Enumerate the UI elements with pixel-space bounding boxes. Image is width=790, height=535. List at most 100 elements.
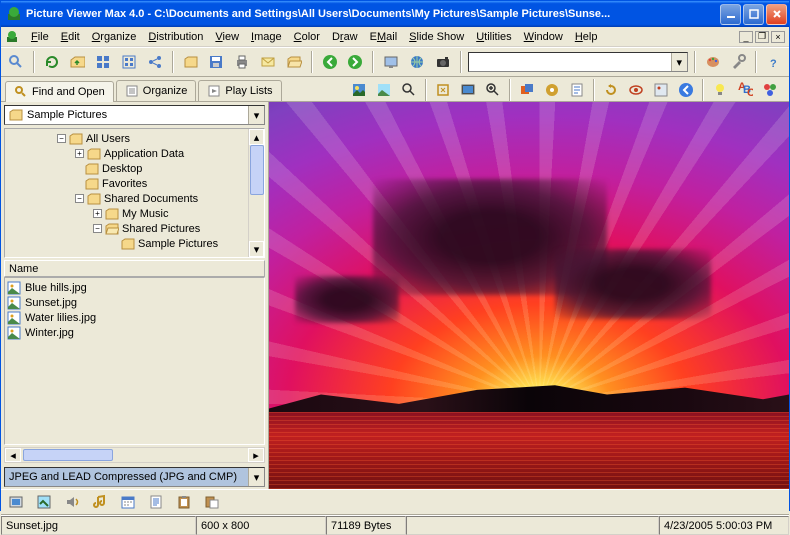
tab-find-and-open[interactable]: Find and Open <box>5 81 114 102</box>
menu-edit[interactable]: Edit <box>55 30 86 44</box>
globe-icon[interactable] <box>406 51 428 73</box>
thumbnails-icon[interactable] <box>118 51 140 73</box>
collapse-icon[interactable]: − <box>75 194 84 203</box>
grid-icon[interactable] <box>92 51 114 73</box>
fit-icon[interactable] <box>432 79 454 101</box>
menu-draw[interactable]: Draw <box>326 30 364 44</box>
scroll-left-icon[interactable]: ◂ <box>5 448 21 462</box>
tree-node-label: Application Data <box>104 148 184 160</box>
tools-icon[interactable] <box>728 51 750 73</box>
eye-icon[interactable] <box>625 79 647 101</box>
tab-organize[interactable]: Organize <box>116 80 197 101</box>
share-icon[interactable] <box>144 51 166 73</box>
bulb-icon[interactable] <box>709 79 731 101</box>
menu-utilities[interactable]: Utilities <box>470 30 517 44</box>
image-tool2-icon[interactable] <box>373 79 395 101</box>
dropdown-arrow-icon[interactable]: ▾ <box>248 468 264 486</box>
menu-view[interactable]: View <box>209 30 245 44</box>
folder-combo[interactable]: Sample Pictures ▾ <box>4 105 265 125</box>
menu-color[interactable]: Color <box>288 30 326 44</box>
address-combo[interactable]: ▾ <box>468 52 688 72</box>
menu-slideshow[interactable]: Slide Show <box>403 30 470 44</box>
column-header-name[interactable]: Name <box>4 260 265 277</box>
maximize-button[interactable] <box>743 4 764 25</box>
mdi-minimize-button[interactable]: _ <box>739 31 753 43</box>
minimize-button[interactable] <box>720 4 741 25</box>
folder-icon <box>105 208 119 220</box>
layers-icon[interactable] <box>516 79 538 101</box>
print-icon[interactable] <box>231 51 253 73</box>
palette-icon[interactable] <box>702 51 724 73</box>
mail-icon[interactable] <box>257 51 279 73</box>
screen-icon[interactable] <box>380 51 402 73</box>
magnify-icon[interactable] <box>5 51 27 73</box>
column-label: Name <box>9 263 38 275</box>
menu-help[interactable]: Help <box>569 30 604 44</box>
scroll-right-icon[interactable]: ▸ <box>248 448 264 462</box>
folder-open2-icon[interactable] <box>283 51 305 73</box>
monitor-icon[interactable] <box>457 79 479 101</box>
image-viewer[interactable] <box>269 102 789 489</box>
abc-icon[interactable]: ABC <box>734 79 756 101</box>
dropdown-arrow-icon[interactable]: ▾ <box>248 106 264 124</box>
folder-icon <box>121 238 135 250</box>
speaker-icon[interactable] <box>61 491 83 513</box>
menu-distribution[interactable]: Distribution <box>142 30 209 44</box>
text-doc-icon[interactable] <box>145 491 167 513</box>
scrollbar-thumb[interactable] <box>250 145 264 195</box>
folder-tree[interactable]: − All Users + Application Data Desktop F… <box>4 128 265 258</box>
zoom-in-icon[interactable] <box>482 79 504 101</box>
zoom-tool-icon[interactable] <box>398 79 420 101</box>
note-icon[interactable] <box>89 491 111 513</box>
redo-icon[interactable] <box>600 79 622 101</box>
page-icon[interactable] <box>566 79 588 101</box>
menu-image[interactable]: Image <box>245 30 288 44</box>
file-list[interactable]: Blue hills.jpg Sunset.jpg Water lilies.j… <box>4 277 265 445</box>
close-button[interactable] <box>766 4 787 25</box>
displayed-image <box>269 102 789 489</box>
file-name: Water lilies.jpg <box>25 312 96 324</box>
app-icon-small <box>5 30 19 44</box>
dropdown-arrow-icon[interactable]: ▾ <box>671 53 687 71</box>
mdi-close-button[interactable]: × <box>771 31 785 43</box>
blue-back-icon[interactable] <box>675 79 697 101</box>
scrollbar-thumb[interactable] <box>23 449 113 461</box>
horizontal-scrollbar[interactable]: ◂ ▸ <box>4 447 265 463</box>
mdi-restore-button[interactable]: ❐ <box>755 31 769 43</box>
paste-icon[interactable] <box>201 491 223 513</box>
image-tool1-icon[interactable] <box>348 79 370 101</box>
collapse-icon[interactable]: − <box>93 224 102 233</box>
tab-play-lists[interactable]: Play Lists <box>198 80 281 101</box>
up-folder-icon[interactable] <box>67 51 89 73</box>
calendar-icon[interactable] <box>117 491 139 513</box>
file-item[interactable]: Blue hills.jpg <box>7 280 262 295</box>
menu-window[interactable]: Window <box>518 30 569 44</box>
collapse-icon[interactable]: − <box>57 134 66 143</box>
effects-icon[interactable] <box>759 79 781 101</box>
cd-icon[interactable] <box>541 79 563 101</box>
expand-icon[interactable]: + <box>93 209 102 218</box>
camera-icon[interactable] <box>432 51 454 73</box>
expand-icon[interactable]: + <box>75 149 84 158</box>
filetype-combo[interactable]: JPEG and LEAD Compressed (JPG and CMP) ▾ <box>4 467 265 487</box>
scroll-up-icon[interactable]: ▴ <box>249 129 264 145</box>
clipboard-icon[interactable] <box>173 491 195 513</box>
frame-icon[interactable] <box>650 79 672 101</box>
image-file-icon <box>7 311 21 325</box>
open-folder-icon[interactable] <box>180 51 202 73</box>
file-item[interactable]: Sunset.jpg <box>7 295 262 310</box>
file-item[interactable]: Winter.jpg <box>7 325 262 340</box>
menu-file[interactable]: File <box>25 30 55 44</box>
save-icon[interactable] <box>206 51 228 73</box>
file-item[interactable]: Water lilies.jpg <box>7 310 262 325</box>
menu-email[interactable]: EMail <box>364 30 404 44</box>
forward-icon[interactable] <box>345 51 367 73</box>
status-datetime: 4/23/2005 5:00:03 PM <box>659 516 789 535</box>
menu-organize[interactable]: Organize <box>86 30 143 44</box>
help-icon[interactable]: ? <box>763 51 785 73</box>
refresh-icon[interactable] <box>41 51 63 73</box>
scroll-down-icon[interactable]: ▾ <box>249 241 264 257</box>
bt2-icon[interactable] <box>33 491 55 513</box>
back-icon[interactable] <box>319 51 341 73</box>
bt1-icon[interactable] <box>5 491 27 513</box>
